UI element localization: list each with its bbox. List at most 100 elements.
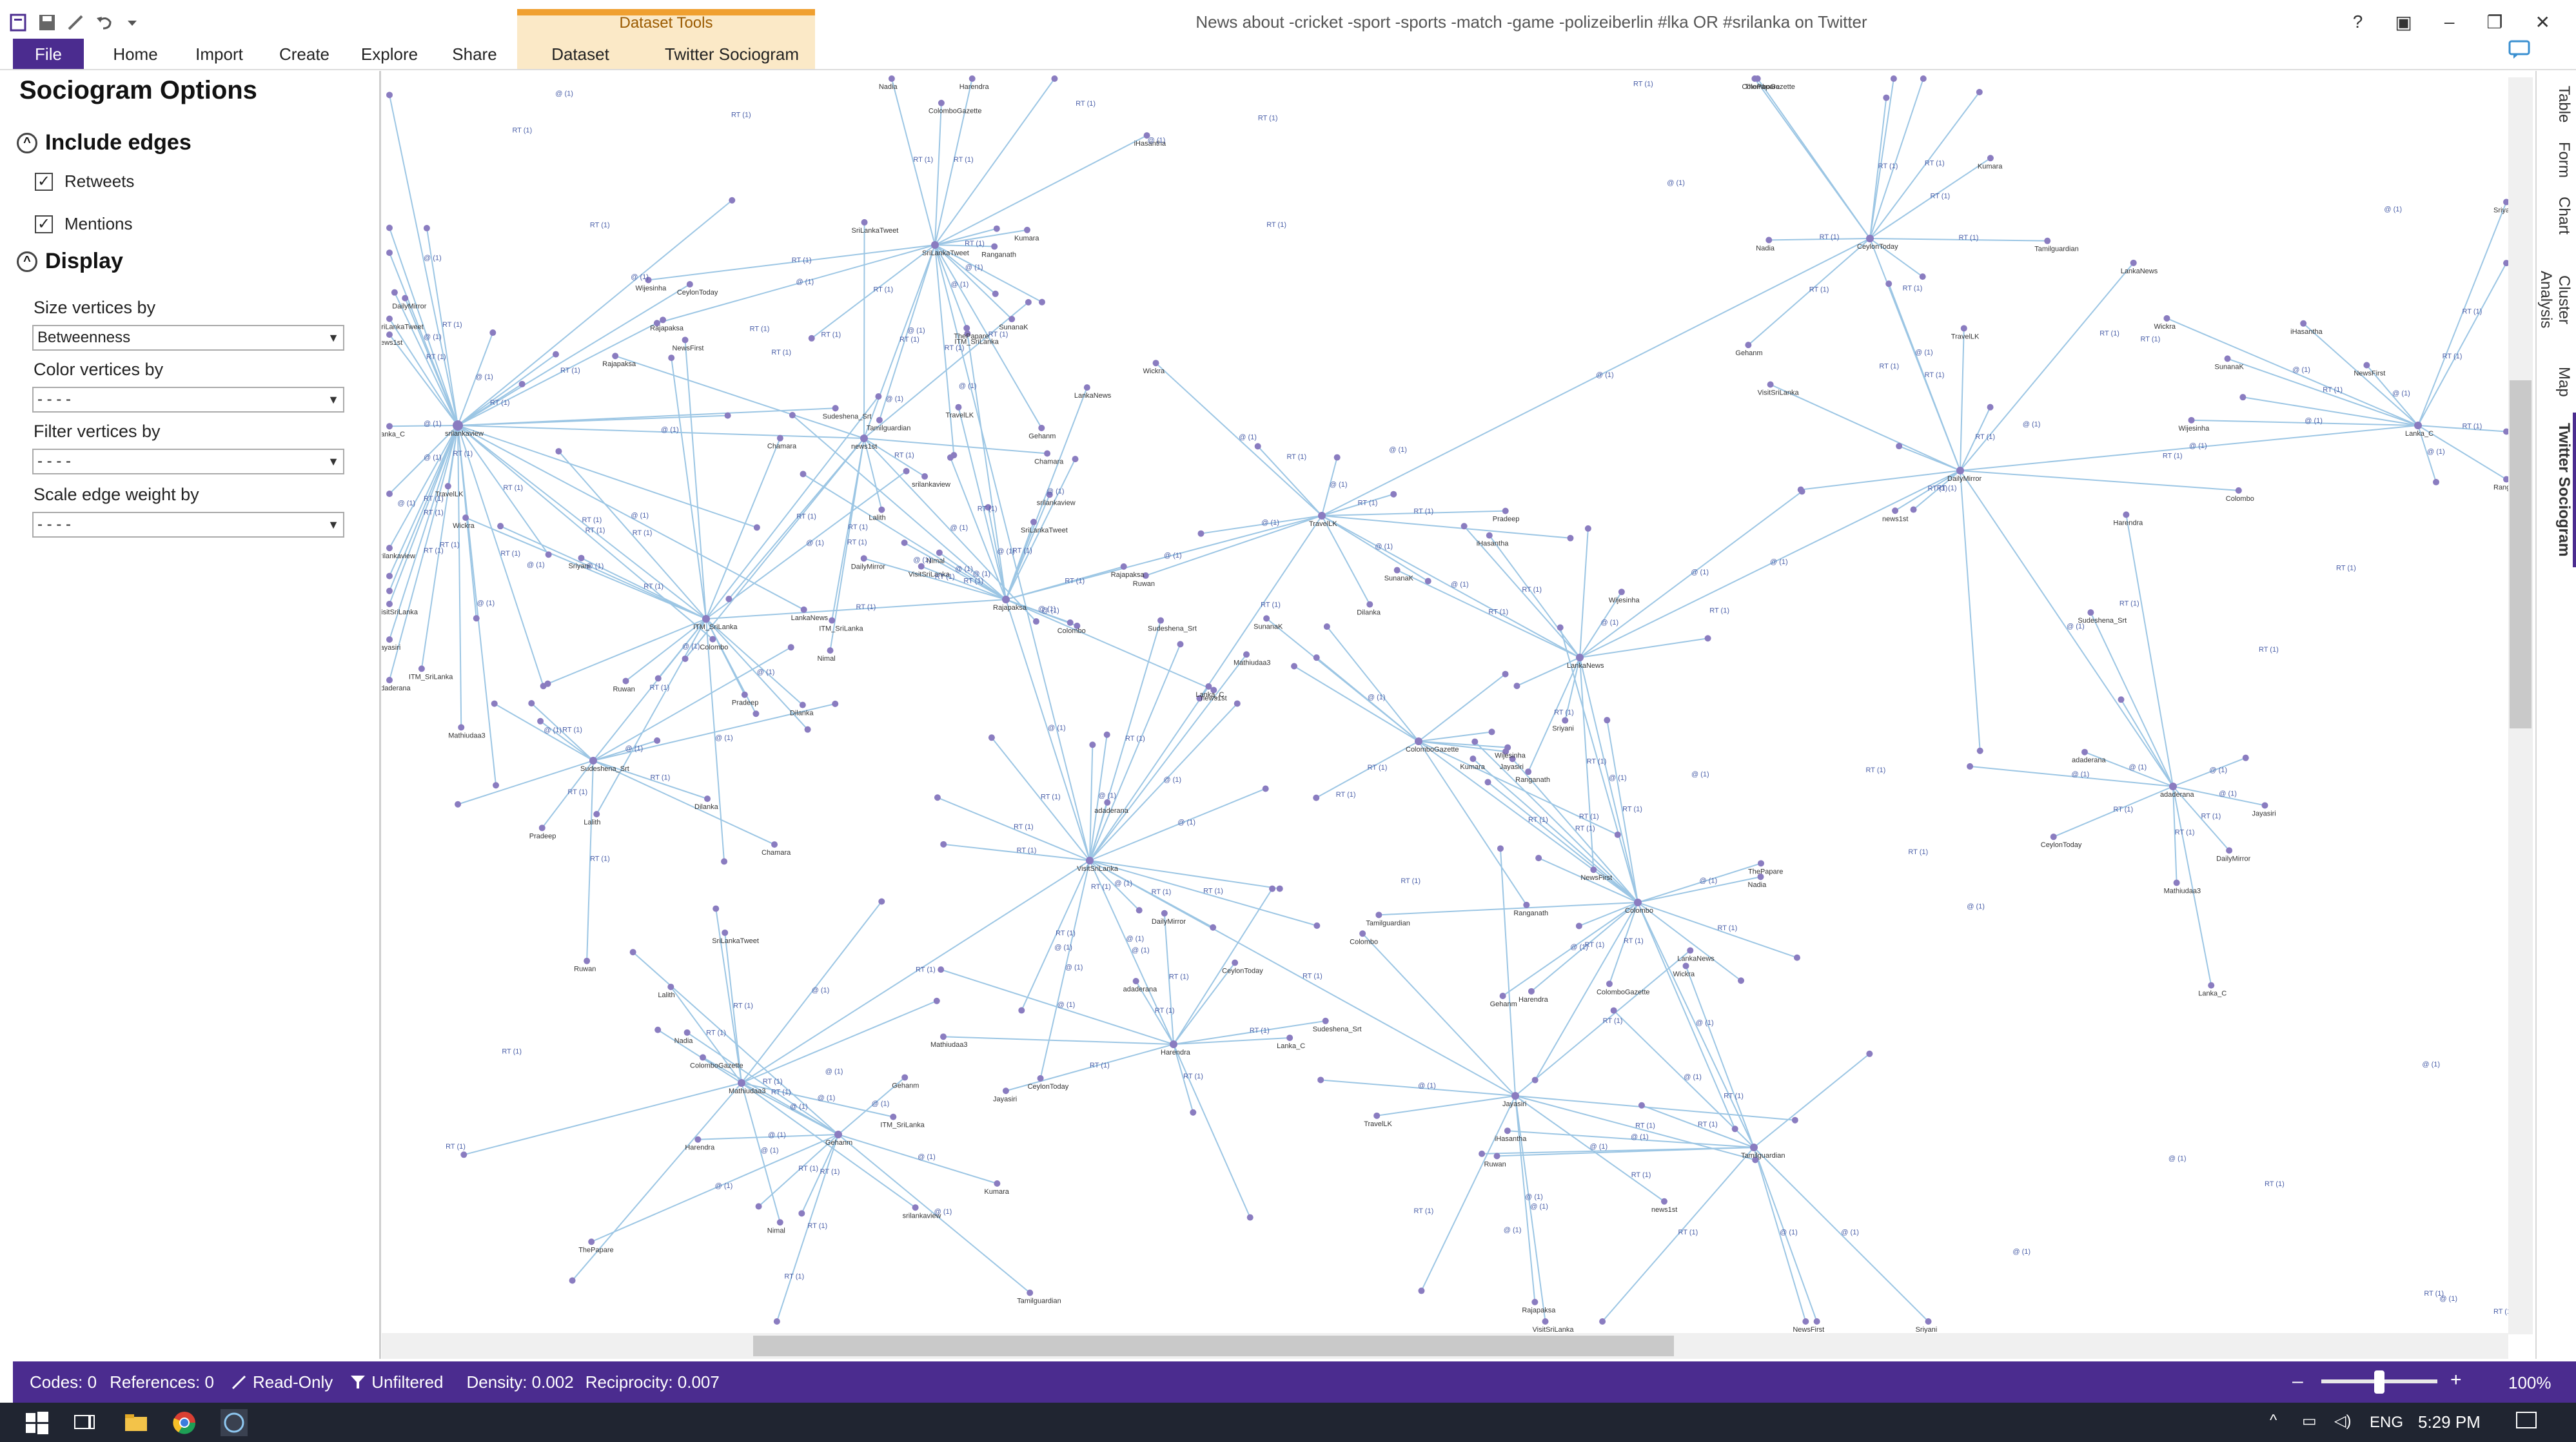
graph-node[interactable] <box>660 317 667 324</box>
zoom-in-button[interactable]: + <box>2450 1369 2462 1391</box>
graph-node[interactable] <box>1638 1102 1645 1109</box>
include-edges-header[interactable]: ^ Include edges <box>17 130 192 155</box>
graph-node[interactable] <box>1322 1017 1329 1024</box>
graph-node[interactable] <box>629 949 636 956</box>
graph-node[interactable] <box>1528 988 1535 995</box>
graph-node[interactable] <box>1323 623 1330 630</box>
graph-node[interactable] <box>752 710 760 717</box>
graph-node[interactable] <box>473 615 480 622</box>
graph-node[interactable] <box>1375 911 1382 919</box>
graph-node[interactable] <box>386 491 393 498</box>
graph-node[interactable] <box>1890 75 1897 82</box>
graph-node[interactable] <box>386 587 393 594</box>
filter-indicator[interactable]: Unfiltered <box>349 1372 444 1392</box>
tab-form[interactable]: Form <box>2541 134 2573 186</box>
graph-node[interactable] <box>455 801 462 808</box>
customize-toolbar-icon[interactable] <box>123 13 142 32</box>
graph-node[interactable] <box>1797 486 1804 493</box>
graph-node[interactable] <box>654 675 662 682</box>
graph-node[interactable] <box>1177 641 1184 648</box>
tab-import[interactable]: Import <box>181 39 258 70</box>
graph-node[interactable] <box>654 737 661 744</box>
graph-node[interactable] <box>1470 755 1477 763</box>
tab-twitter-sociogram[interactable]: Twitter Sociogram <box>651 39 812 70</box>
graph-node[interactable] <box>2414 422 2422 429</box>
graph-node[interactable] <box>771 841 778 848</box>
graph-node[interactable] <box>391 289 398 296</box>
display-header[interactable]: ^ Display <box>17 249 123 274</box>
graph-node[interactable] <box>2087 609 2094 616</box>
graph-node[interactable] <box>1576 654 1584 661</box>
filter-vertices-select[interactable]: - - - - ▼ <box>32 449 344 474</box>
graph-node[interactable] <box>1504 744 1511 751</box>
graph-node[interactable] <box>1757 860 1764 867</box>
graph-node[interactable] <box>1393 567 1401 574</box>
graph-node[interactable] <box>700 1054 707 1061</box>
graph-node[interactable] <box>1493 1153 1500 1160</box>
tab-table[interactable]: Table <box>2541 79 2573 130</box>
graph-node[interactable] <box>1089 741 1096 748</box>
graph-node[interactable] <box>1313 922 1321 930</box>
tab-twitter-sociogram-view[interactable]: Twitter Sociogram <box>2541 413 2576 567</box>
graph-node[interactable] <box>1504 1127 1511 1135</box>
graph-node[interactable] <box>1424 578 1431 585</box>
task-view-icon[interactable] <box>71 1409 98 1436</box>
graph-node[interactable] <box>1038 424 1045 431</box>
graph-node[interactable] <box>1488 728 1495 736</box>
graph-node[interactable] <box>934 794 941 801</box>
edit-icon[interactable] <box>66 13 85 32</box>
graph-node[interactable] <box>1610 1007 1617 1014</box>
graph-node[interactable] <box>1765 237 1773 244</box>
graph-node[interactable] <box>1083 384 1090 391</box>
graph-node[interactable] <box>497 523 504 530</box>
graph-node[interactable] <box>721 858 728 865</box>
graph-node[interactable] <box>713 905 720 912</box>
graph-node[interactable] <box>682 655 689 662</box>
graph-node[interactable] <box>709 636 716 643</box>
graph-node[interactable] <box>694 1136 702 1143</box>
graph-node[interactable] <box>622 677 629 685</box>
graph-node[interactable] <box>1037 1075 1044 1082</box>
graph-node[interactable] <box>799 701 806 708</box>
minimize-button[interactable]: – <box>2444 12 2455 32</box>
graph-node[interactable] <box>1502 670 1509 677</box>
graph-node[interactable] <box>1885 280 1893 287</box>
graph-node[interactable] <box>1067 619 1074 626</box>
graph-node[interactable] <box>1232 959 1239 966</box>
tab-file[interactable]: File <box>13 39 84 70</box>
graph-node[interactable] <box>1745 342 1752 349</box>
graph-node[interactable] <box>2118 696 2125 703</box>
graph-node[interactable] <box>1104 799 1111 806</box>
tab-cluster-analysis[interactable]: Cluster Analysis <box>2537 245 2573 355</box>
graph-node[interactable] <box>1072 456 1079 463</box>
undo-icon[interactable] <box>94 13 113 32</box>
graph-node[interactable] <box>518 380 526 387</box>
graph-node[interactable] <box>1038 298 1045 306</box>
graph-node[interactable] <box>667 983 674 990</box>
graph-node[interactable] <box>386 315 393 322</box>
mentions-checkbox[interactable]: ✓ <box>35 215 53 233</box>
graph-node[interactable] <box>1687 947 1694 954</box>
clock[interactable]: 5:29 PM <box>2418 1403 2481 1442</box>
graph-node[interactable] <box>808 335 815 342</box>
graph-node[interactable] <box>947 454 954 461</box>
graph-node[interactable] <box>538 824 546 832</box>
graph-node[interactable] <box>683 1029 691 1036</box>
graph-node[interactable] <box>2123 511 2130 518</box>
graph-node[interactable] <box>725 596 732 603</box>
graph-node[interactable] <box>1390 491 1397 498</box>
graph-node[interactable] <box>755 1203 762 1210</box>
graph-node[interactable] <box>1502 507 1509 514</box>
comments-icon[interactable] <box>2508 40 2530 63</box>
graph-node[interactable] <box>918 563 925 570</box>
graph-node[interactable] <box>578 554 585 561</box>
graph-node[interactable] <box>489 329 497 336</box>
graph-node[interactable] <box>686 281 693 288</box>
graph-node[interactable] <box>939 1033 947 1040</box>
graph-node[interactable] <box>386 600 393 607</box>
graph-node[interactable] <box>789 412 796 419</box>
graph-node[interactable] <box>1531 1077 1539 1084</box>
graph-node[interactable] <box>1910 506 1917 513</box>
horizontal-scroll-thumb[interactable] <box>753 1336 1674 1356</box>
nvivo-taskbar-icon[interactable] <box>221 1409 248 1436</box>
